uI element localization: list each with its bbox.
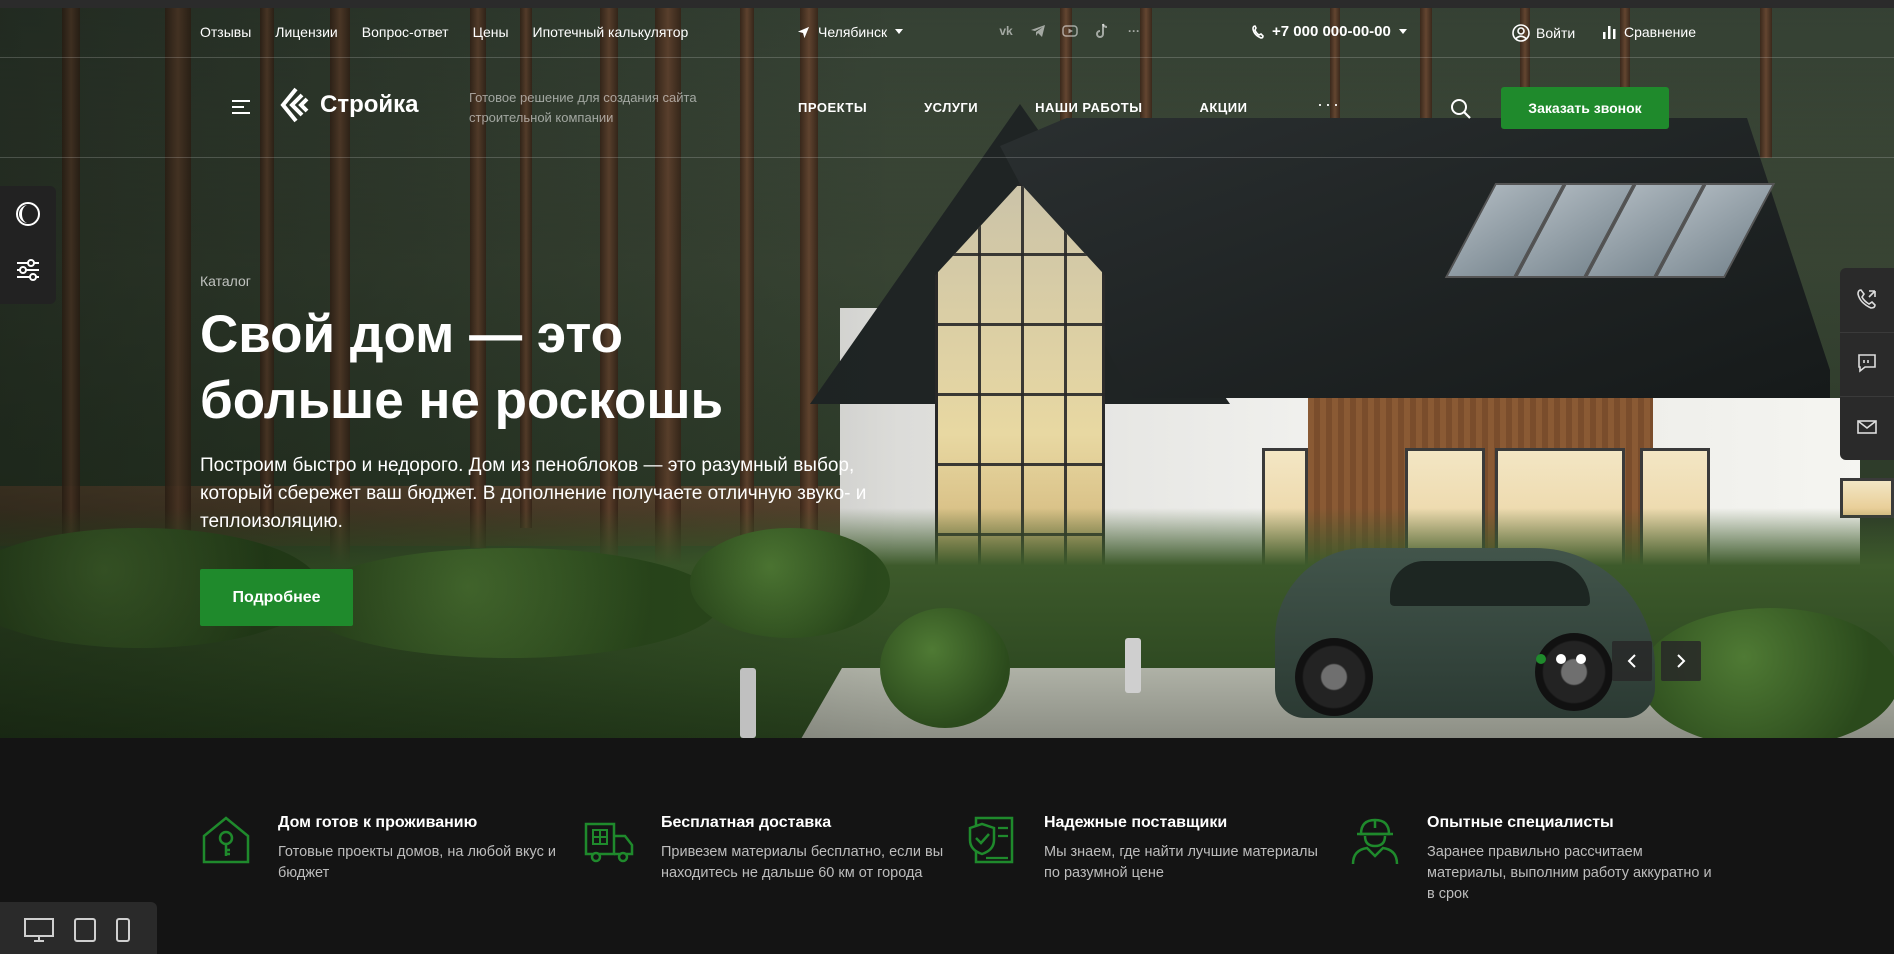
hero-description: Построим быстро и недорого. Дом из пеноб… — [200, 455, 867, 532]
compare-link[interactable]: Сравнение — [1602, 24, 1696, 40]
youtube-icon[interactable] — [1062, 23, 1078, 39]
browser-top-strip — [0, 0, 1894, 8]
phone-icon — [1252, 24, 1264, 39]
city-name: Челябинск — [818, 24, 888, 40]
nav-projects[interactable]: ПРОЕКТЫ — [798, 100, 867, 115]
garden-lamp — [1125, 638, 1141, 693]
bar-chart-icon — [1603, 26, 1616, 39]
social-links: vk ··· — [998, 23, 1142, 39]
login-link[interactable]: Войти — [1512, 24, 1575, 42]
tablet-icon[interactable] — [74, 918, 96, 942]
logo-icon — [280, 87, 309, 123]
slider-next-button[interactable] — [1661, 641, 1701, 681]
slider-dot[interactable] — [1556, 654, 1566, 664]
device-preview-bar — [0, 902, 157, 954]
divider — [1840, 332, 1894, 333]
mobile-icon[interactable] — [115, 918, 131, 942]
delivery-truck-icon — [584, 822, 634, 863]
telegram-icon[interactable] — [1030, 23, 1046, 39]
page: Отзывы Лицензии Вопрос-ответ Цены Ипотеч… — [0, 0, 1894, 954]
mail-icon[interactable] — [1854, 414, 1880, 440]
slider-dot[interactable] — [1536, 654, 1546, 664]
logo-text: Стройка — [320, 91, 419, 118]
top-link-prices[interactable]: Цены — [473, 24, 509, 40]
main-header: Стройка Готовое решение для создания сай… — [0, 58, 1894, 158]
slider-prev-button[interactable] — [1612, 641, 1652, 681]
top-link-licenses[interactable]: Лицензии — [275, 24, 337, 40]
divider — [1840, 396, 1894, 397]
hero-title: Свой дом — это больше не роскошь — [200, 305, 724, 430]
nav-promotions[interactable]: АКЦИИ — [1199, 100, 1247, 115]
desktop-icon[interactable] — [24, 918, 54, 942]
car-wheel — [1535, 633, 1613, 711]
shield-document-icon — [968, 816, 1014, 864]
order-call-button[interactable]: Заказать звонок — [1501, 87, 1669, 129]
nav-more-icon[interactable]: ··· — [1317, 94, 1341, 115]
chat-icon[interactable] — [1854, 350, 1880, 376]
nav-services[interactable]: УСЛУГИ — [924, 100, 978, 115]
top-links: Отзывы Лицензии Вопрос-ответ Цены Ипотеч… — [200, 24, 688, 40]
chevron-down-icon — [1398, 28, 1407, 34]
feature-title: Бесплатная доставка — [661, 814, 832, 831]
top-bar: Отзывы Лицензии Вопрос-ответ Цены Ипотеч… — [0, 10, 1894, 58]
breadcrumb[interactable]: Каталог — [200, 273, 251, 289]
callback-icon[interactable] — [1854, 286, 1880, 312]
logo[interactable]: Стройка — [280, 87, 419, 123]
right-contact-panel — [1840, 268, 1894, 460]
main-nav: ПРОЕКТЫ УСЛУГИ НАШИ РАБОТЫ АКЦИИ — [798, 100, 1248, 115]
feature-title: Дом готов к проживанию — [278, 814, 478, 831]
search-icon[interactable] — [1450, 98, 1472, 120]
theme-toggle-icon[interactable] — [14, 200, 42, 228]
top-link-reviews[interactable]: Отзывы — [200, 24, 251, 40]
features-section: Дом готов к проживанию Готовые проекты д… — [0, 738, 1894, 954]
compare-label: Сравнение — [1624, 24, 1696, 40]
login-label: Войти — [1536, 25, 1576, 41]
menu-burger-icon[interactable] — [232, 100, 250, 118]
user-icon — [1512, 24, 1530, 42]
vk-icon[interactable]: vk — [998, 23, 1014, 39]
left-tool-panel — [0, 186, 56, 304]
settings-sliders-icon[interactable] — [14, 256, 42, 284]
top-link-faq[interactable]: Вопрос-ответ — [362, 24, 449, 40]
feature-text: Привезем материалы бесплатно, если вы на… — [661, 844, 944, 881]
tiktok-icon[interactable] — [1094, 23, 1110, 39]
more-icon[interactable]: ··· — [1126, 23, 1142, 39]
chevron-down-icon — [895, 29, 904, 34]
nav-our-works[interactable]: НАШИ РАБОТЫ — [1035, 100, 1142, 115]
chevron-right-icon — [1677, 654, 1686, 668]
slider-dot[interactable] — [1576, 654, 1586, 664]
more-button[interactable]: Подробнее — [200, 569, 353, 626]
location-arrow-icon — [797, 26, 810, 38]
feature-title: Надежные поставщики — [1044, 814, 1228, 831]
slider-dots — [1536, 654, 1586, 664]
car-window — [1390, 561, 1590, 606]
feature-text: Мы знаем, где найти лучшие материалы по … — [1044, 844, 1318, 881]
phone-number: +7 000 000-00-00 — [1272, 23, 1391, 40]
worker-helmet-icon — [1351, 818, 1399, 865]
house-key-icon — [202, 816, 250, 864]
feature-text: Готовые проекты домов, на любой вкус и б… — [278, 844, 556, 881]
feature-text: Заранее правильно рассчитаем материалы, … — [1427, 844, 1712, 902]
chevron-left-icon — [1627, 654, 1636, 668]
slogan: Готовое решение для создания сайта строи… — [469, 90, 697, 125]
feature-title: Опытные специалисты — [1427, 814, 1614, 831]
car-wheel — [1295, 638, 1373, 716]
phone-selector[interactable]: +7 000 000-00-00 — [1252, 23, 1407, 40]
top-link-mortgage-calculator[interactable]: Ипотечный калькулятор — [533, 24, 689, 40]
city-selector[interactable]: Челябинск — [797, 24, 904, 40]
